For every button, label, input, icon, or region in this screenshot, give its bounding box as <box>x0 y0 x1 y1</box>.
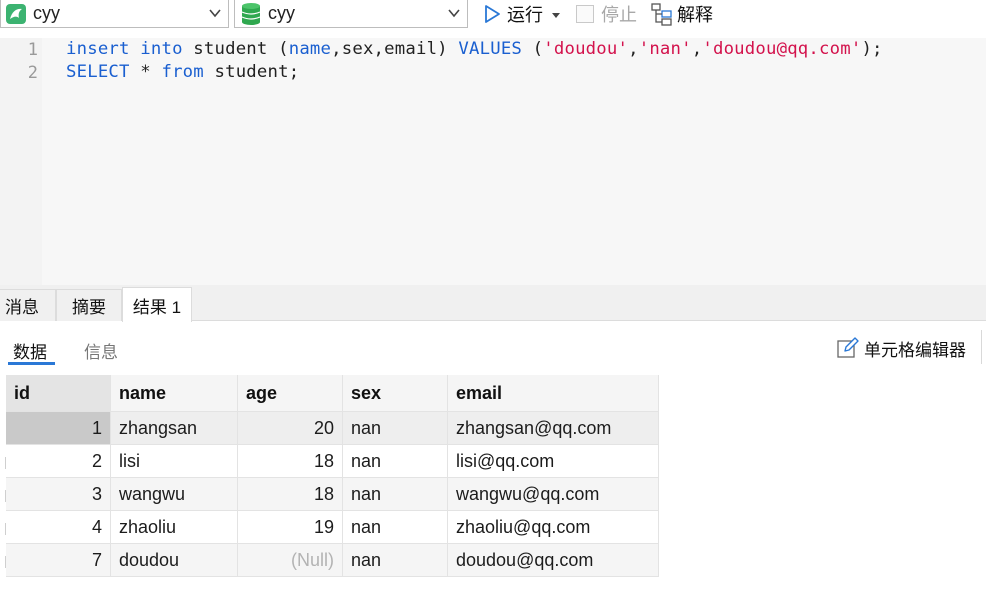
subtab-data[interactable]: 数据 <box>13 338 47 363</box>
play-icon <box>482 3 502 25</box>
sql-text: student; <box>203 62 300 82</box>
cell-age[interactable]: 19 <box>238 511 343 544</box>
line-number-gutter: 1 2 <box>0 38 42 285</box>
cell-email[interactable]: zhangsan@qq.com <box>448 412 659 445</box>
divider <box>981 330 982 364</box>
explain-button[interactable]: 解释 <box>650 0 713 28</box>
cell-sex[interactable]: nan <box>343 544 448 577</box>
cell-name[interactable]: doudou <box>111 544 238 577</box>
sql-text: ,sex,email) <box>331 39 459 59</box>
connection-select[interactable]: cyy <box>0 0 229 28</box>
sql-text: ); <box>861 39 883 59</box>
sql-keyword: VALUES <box>458 39 523 59</box>
cell-email[interactable]: lisi@qq.com <box>448 445 659 478</box>
cell-email[interactable]: doudou@qq.com <box>448 544 659 577</box>
explain-label: 解释 <box>677 5 713 25</box>
result-tab-bar: 消息 摘要 结果 1 <box>0 285 986 322</box>
cell-sex[interactable]: nan <box>343 445 448 478</box>
subtab-info[interactable]: 信息 <box>84 338 118 363</box>
sql-keyword: from <box>161 62 204 82</box>
sql-text: * <box>129 62 162 82</box>
cell-id[interactable]: 3 <box>6 478 111 511</box>
dolphin-connection-icon <box>5 3 27 25</box>
sql-keyword: into <box>140 39 183 59</box>
sql-string: 'doudou' <box>543 39 629 59</box>
cell-id[interactable]: 4 <box>6 511 111 544</box>
active-subtab-indicator <box>8 362 55 365</box>
cell-id[interactable]: 2 <box>6 445 111 478</box>
sql-keyword: name <box>288 39 332 59</box>
cell-name[interactable]: wangwu <box>111 478 238 511</box>
column-header-id[interactable]: id <box>6 375 111 412</box>
toolbar: cyy cyy 运行 停止 解释 <box>0 0 986 30</box>
cell-age[interactable]: 20 <box>238 412 343 445</box>
cell-sex[interactable]: nan <box>343 412 448 445</box>
tab-result-1[interactable]: 结果 1 <box>122 287 192 322</box>
stop-button[interactable]: 停止 <box>576 0 637 28</box>
tab-result-1-label: 结果 1 <box>132 297 182 317</box>
cell-id[interactable]: 1 <box>6 412 111 445</box>
database-icon <box>240 2 262 26</box>
pencil-icon <box>836 336 860 360</box>
column-header-sex[interactable]: sex <box>343 375 448 412</box>
database-select[interactable]: cyy <box>234 0 468 28</box>
sql-text: student ( <box>182 39 289 59</box>
cell-id[interactable]: 7 <box>6 544 111 577</box>
sql-editor[interactable]: 1 2 insert into student (name,sex,email)… <box>0 38 986 285</box>
chevron-down-icon[interactable] <box>447 6 461 25</box>
sql-keyword: insert <box>66 39 130 59</box>
sql-text: , <box>691 39 703 59</box>
connection-select-value: cyy <box>33 3 60 23</box>
cell-email[interactable]: wangwu@qq.com <box>448 478 659 511</box>
code-line[interactable]: SELECT * from student; <box>66 62 299 82</box>
sql-text: , <box>628 39 639 59</box>
caret-down-icon[interactable] <box>551 4 561 25</box>
sql-string: 'doudou@qq.com' <box>702 39 862 59</box>
cell-editor-button[interactable]: 单元格编辑器 <box>836 336 966 360</box>
cell-name[interactable]: lisi <box>111 445 238 478</box>
stop-label: 停止 <box>601 5 637 25</box>
column-header-email[interactable]: email <box>448 375 659 412</box>
sql-text: ( <box>522 39 544 59</box>
run-label: 运行 <box>507 5 543 25</box>
line-number: 1 <box>27 40 38 60</box>
run-button[interactable]: 运行 <box>482 0 561 28</box>
database-select-value: cyy <box>268 3 295 23</box>
sql-string: 'nan' <box>638 39 692 59</box>
column-header-age[interactable]: age <box>238 375 343 412</box>
cell-editor-label: 单元格编辑器 <box>864 340 966 360</box>
cell-name[interactable]: zhangsan <box>111 412 238 445</box>
explain-icon <box>650 2 674 26</box>
cell-age[interactable]: 18 <box>238 445 343 478</box>
cell-age[interactable]: 18 <box>238 478 343 511</box>
stop-checkbox-icon <box>576 5 594 23</box>
sql-keyword: SELECT <box>66 62 130 82</box>
cell-sex[interactable]: nan <box>343 478 448 511</box>
tab-summary-label: 摘要 <box>72 298 106 317</box>
tab-messages[interactable]: 消息 <box>0 289 56 321</box>
cell-age[interactable]: (Null) <box>238 544 343 577</box>
tab-messages-label: 消息 <box>5 298 39 317</box>
cell-name[interactable]: zhaoliu <box>111 511 238 544</box>
tab-summary[interactable]: 摘要 <box>56 289 122 321</box>
column-header-name[interactable]: name <box>111 375 238 412</box>
code-line[interactable]: insert into student (name,sex,email) VAL… <box>66 39 883 59</box>
cell-email[interactable]: zhaoliu@qq.com <box>448 511 659 544</box>
chevron-down-icon[interactable] <box>208 6 222 25</box>
cell-sex[interactable]: nan <box>343 511 448 544</box>
line-number: 2 <box>27 63 38 83</box>
